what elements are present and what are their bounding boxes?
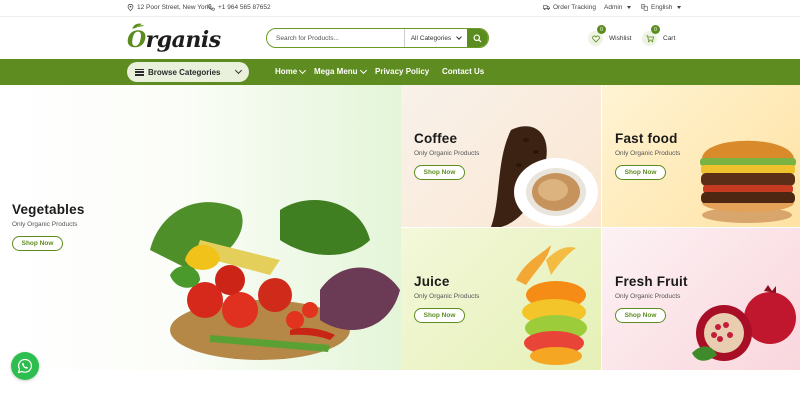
banner-subtitle: Only Organic Products <box>12 221 78 228</box>
browse-categories-label: Browse Categories <box>148 67 221 77</box>
search-input[interactable] <box>267 29 404 47</box>
search-icon <box>473 33 482 43</box>
logo-letter-o: O <box>127 27 146 53</box>
phone[interactable]: +1 964 565 87652 <box>208 4 271 11</box>
banner-coffee[interactable]: Coffee Only Organic Products Shop Now <box>401 85 601 227</box>
shop-now-button[interactable]: Shop Now <box>615 308 666 323</box>
banner-subtitle: Only Organic Products <box>414 150 480 157</box>
banner-subtitle: Only Organic Products <box>615 293 681 300</box>
wishlist-icon-wrap: 0 <box>588 25 606 46</box>
leaf-icon <box>132 23 145 29</box>
cart-icon <box>645 34 654 42</box>
account-dropdown[interactable]: Admin <box>604 4 632 11</box>
banner-subtitle: Only Organic Products <box>615 150 681 157</box>
coffee-image <box>491 126 598 227</box>
nav-link-privacy-policy[interactable]: Privacy Policy <box>375 67 429 76</box>
nav-link-label: Contact Us <box>442 67 485 76</box>
location-icon <box>127 4 134 11</box>
truck-icon <box>543 5 550 10</box>
shop-now-button[interactable]: Shop Now <box>414 165 465 180</box>
phone-icon <box>208 4 215 11</box>
burger-image <box>700 140 796 223</box>
whatsapp-button[interactable] <box>11 352 39 380</box>
chevron-down-icon <box>234 66 243 75</box>
order-tracking-link[interactable]: Order Tracking <box>543 4 596 11</box>
language-dropdown[interactable]: A English <box>641 4 682 11</box>
address: 12 Poor Street, New York. <box>127 4 212 11</box>
logo[interactable]: Organis <box>127 23 221 53</box>
language-label: English <box>651 4 673 11</box>
banner-juice[interactable]: Juice Only Organic Products Shop Now <box>401 228 601 370</box>
svg-text:A: A <box>642 5 644 9</box>
cart-label: Cart <box>663 35 676 42</box>
fruit-juice-image <box>516 245 587 365</box>
nav-link-home[interactable]: Home <box>275 66 307 76</box>
banner-fresh-fruit[interactable]: Fresh Fruit Only Organic Products Shop N… <box>602 228 800 370</box>
order-tracking-label: Order Tracking <box>553 4 596 11</box>
nav-link-label: Privacy Policy <box>375 67 430 76</box>
address-text: 12 Poor Street, New York. <box>137 4 212 11</box>
banner-vegetables[interactable]: Vegetables Only Organic Products Shop No… <box>0 85 401 370</box>
chevron-down-icon <box>627 6 632 9</box>
search-bar: All Categories <box>266 28 489 48</box>
main-nav: Browse Categories Home Mega Menu Privacy… <box>0 59 800 85</box>
nav-link-label: Mega Menu <box>314 67 358 76</box>
top-bar: 12 Poor Street, New York. +1 964 565 876… <box>0 0 800 17</box>
category-select-value: All Categories <box>410 34 452 42</box>
nav-link-mega-menu[interactable]: Mega Menu <box>314 66 367 76</box>
search-button[interactable] <box>467 29 488 47</box>
logo-text: rganis <box>145 27 221 53</box>
chevron-down-icon <box>677 6 682 9</box>
banner-title: Fresh Fruit <box>615 274 688 289</box>
shop-now-button[interactable]: Shop Now <box>615 165 666 180</box>
category-select[interactable]: All Categories <box>403 29 468 47</box>
shop-now-button[interactable]: Shop Now <box>414 308 465 323</box>
cart-count-badge: 0 <box>651 25 660 34</box>
wishlist-label: Wishlist <box>609 35 632 42</box>
wishlist-link[interactable]: 0 Wishlist <box>588 25 632 46</box>
banner-title: Juice <box>414 274 450 289</box>
header: Organis All Categories 0 Wishlist 0 Cart <box>0 17 800 59</box>
banner-title: Coffee <box>414 131 458 146</box>
banner-fast-food[interactable]: Fast food Only Organic Products Shop Now <box>602 85 800 227</box>
banner-subtitle: Only Organic Products <box>414 293 480 300</box>
language-icon: A <box>641 4 648 11</box>
chevron-down-icon <box>456 33 463 40</box>
banner-title: Fast food <box>615 131 678 146</box>
heart-icon <box>591 35 600 43</box>
account-label: Admin <box>604 4 623 11</box>
chevron-down-icon <box>359 66 367 74</box>
cart-icon-wrap: 0 <box>642 25 660 46</box>
nav-link-label: Home <box>275 67 298 76</box>
chevron-down-icon <box>299 66 307 74</box>
shop-now-button[interactable]: Shop Now <box>12 236 63 251</box>
vegetable-basket-image <box>150 200 400 360</box>
nav-link-contact-us[interactable]: Contact Us <box>442 67 484 76</box>
browse-categories-button[interactable]: Browse Categories <box>127 62 249 82</box>
wishlist-count-badge: 0 <box>597 25 606 34</box>
cart-link[interactable]: 0 Cart <box>642 25 676 46</box>
whatsapp-icon <box>17 358 33 374</box>
banner-title: Vegetables <box>12 202 85 217</box>
menu-icon <box>135 68 144 76</box>
pomegranate-image <box>692 285 796 361</box>
phone-text: +1 964 565 87652 <box>218 4 271 11</box>
